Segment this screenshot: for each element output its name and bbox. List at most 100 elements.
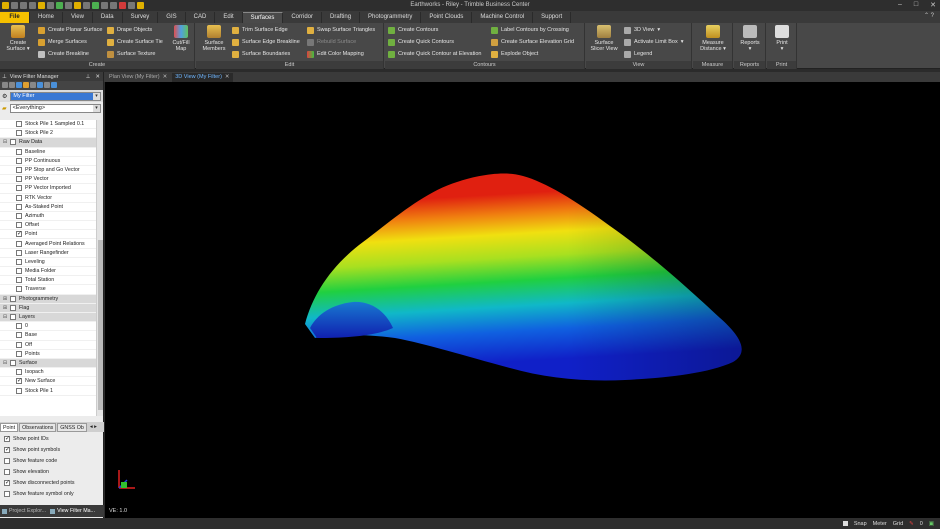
- pin-icon[interactable]: ✎: [909, 521, 914, 527]
- new-filter-icon[interactable]: [2, 82, 8, 88]
- import-icon[interactable]: [56, 2, 63, 9]
- tree-item-row[interactable]: Off: [0, 341, 96, 350]
- option-checkbox[interactable]: [4, 468, 10, 475]
- ribbon-tab-cad[interactable]: CAD: [186, 12, 216, 23]
- tree-item-row[interactable]: Laser Rangefinder: [0, 249, 96, 258]
- ribbon-tab-view[interactable]: View: [63, 12, 93, 23]
- panel-pin-icon-2[interactable]: ⊥: [86, 74, 91, 80]
- save-icon[interactable]: [47, 2, 54, 9]
- scrollbar-thumb[interactable]: [98, 240, 103, 410]
- zoom-icon[interactable]: [83, 2, 90, 9]
- document-tab[interactable]: 3D View (My Filter) ✕: [172, 72, 233, 82]
- surface-texture-button[interactable]: Surface Texture: [107, 49, 155, 59]
- properties-icon[interactable]: [128, 2, 135, 9]
- surface-slicer-view-button[interactable]: Surface Slicer View: [589, 25, 619, 59]
- option-checkbox[interactable]: [4, 446, 10, 453]
- option-checkbox[interactable]: [4, 490, 10, 497]
- ribbon-tab-drafting[interactable]: Drafting: [322, 12, 361, 23]
- tree-checkbox[interactable]: [10, 139, 16, 146]
- tree-checkbox[interactable]: [16, 157, 22, 164]
- minimize-icon[interactable]: –: [898, 1, 902, 9]
- measure-distance-button[interactable]: Measure Distance ▾: [697, 25, 729, 59]
- view-filter-manager-tab[interactable]: View Filter Ma...: [50, 508, 95, 514]
- tab-scroll-arrows-icon[interactable]: ◂ ▸: [90, 424, 97, 430]
- app-logo-icon[interactable]: [2, 2, 9, 9]
- rotate-icon[interactable]: [101, 2, 108, 9]
- tree-checkbox[interactable]: [10, 314, 16, 321]
- tree-group-row[interactable]: ⊟ Raw Data: [0, 138, 96, 148]
- tree-checkbox[interactable]: [16, 230, 22, 238]
- tree-checkbox[interactable]: [10, 359, 16, 366]
- tree-checkbox[interactable]: [16, 148, 22, 155]
- snap-toggle[interactable]: Snap: [854, 521, 867, 527]
- close-tab-icon[interactable]: ✕: [163, 73, 168, 82]
- 3d-view-button[interactable]: 3D View ▾: [624, 25, 660, 35]
- units-indicator[interactable]: Meter: [873, 521, 887, 527]
- tree-checkbox[interactable]: [16, 167, 22, 174]
- tree-item-row[interactable]: Point: [0, 230, 96, 240]
- tree-item-row[interactable]: Base: [0, 331, 96, 341]
- layers-icon[interactable]: [110, 2, 117, 9]
- select-all-icon[interactable]: [30, 82, 36, 88]
- delete-icon[interactable]: [119, 2, 126, 9]
- filter-icon[interactable]: [16, 82, 22, 88]
- tree-item-row[interactable]: PP Stop and Go Vector: [0, 166, 96, 176]
- expand-icon[interactable]: ⊞: [2, 296, 8, 302]
- surface-members-button[interactable]: Surface Members: [199, 25, 229, 59]
- ribbon-tab-point-clouds[interactable]: Point Clouds: [421, 12, 473, 23]
- tree-checkbox[interactable]: [16, 185, 22, 192]
- activate-limit-box-button[interactable]: Activate Limit Box ▾: [624, 37, 683, 47]
- 3d-viewport[interactable]: VE: 1.0: [105, 82, 940, 518]
- ribbon-tab-survey[interactable]: Survey: [123, 12, 159, 23]
- maximize-icon[interactable]: □: [914, 1, 918, 9]
- tree-checkbox[interactable]: [16, 240, 22, 247]
- tree-checkbox[interactable]: [16, 121, 22, 128]
- tree-item-row[interactable]: Points: [0, 350, 96, 359]
- tree-checkbox[interactable]: [16, 387, 22, 394]
- label-contours-by-crossing-button[interactable]: Label Contours by Crossing: [491, 25, 569, 35]
- project-explorer-tab[interactable]: Project Explor...: [2, 508, 46, 514]
- tree-checkbox[interactable]: [16, 377, 22, 385]
- option-checkbox[interactable]: [4, 457, 10, 464]
- merge-surfaces-button[interactable]: Merge Surfaces: [38, 37, 87, 47]
- option-row[interactable]: Show feature symbol only: [0, 488, 104, 499]
- tree-checkbox[interactable]: [16, 176, 22, 183]
- tree-checkbox[interactable]: [16, 212, 22, 219]
- tree-checkbox[interactable]: [16, 332, 22, 339]
- create-contours-button[interactable]: Create Contours: [388, 25, 438, 35]
- tree-checkbox[interactable]: [16, 323, 22, 330]
- select-icon[interactable]: [74, 2, 81, 9]
- tree-checkbox[interactable]: [16, 222, 22, 229]
- tree-checkbox[interactable]: [16, 203, 22, 210]
- ribbon-tab-machine-control[interactable]: Machine Control: [472, 12, 534, 23]
- redo-icon[interactable]: [20, 2, 27, 9]
- tree-checkbox[interactable]: [16, 369, 22, 376]
- option-checkbox[interactable]: [4, 479, 10, 486]
- ribbon-tab-data[interactable]: Data: [93, 12, 123, 23]
- collapse-icon[interactable]: ⊟: [2, 360, 8, 366]
- help-icon[interactable]: ⌃ ?: [924, 12, 934, 19]
- ribbon-tab-edit[interactable]: Edit: [215, 12, 243, 23]
- tree-group-row[interactable]: ⊟ Layers: [0, 312, 96, 323]
- swap-surface-triangles-button[interactable]: Swap Surface Triangles: [307, 25, 375, 35]
- undo-icon[interactable]: [11, 2, 18, 9]
- highlight-icon[interactable]: [137, 2, 144, 9]
- explode-object-button[interactable]: Explode Object: [491, 49, 538, 59]
- settings-icon[interactable]: [44, 82, 50, 88]
- sub-tab-point[interactable]: Point: [0, 422, 19, 432]
- tree-checkbox[interactable]: [16, 341, 22, 348]
- tree-item-row[interactable]: PP Vector: [0, 175, 96, 185]
- reports-button[interactable]: Reports ▾: [737, 25, 763, 59]
- selection-icon[interactable]: ▣: [929, 521, 934, 527]
- open-project-icon[interactable]: [38, 2, 45, 9]
- option-row[interactable]: Show elevation: [0, 466, 104, 477]
- filter-select[interactable]: My Filter ▾: [10, 91, 101, 101]
- option-row[interactable]: Show feature code: [0, 455, 104, 466]
- tree-group-row[interactable]: ⊟ Surface: [0, 358, 96, 369]
- tree-item-row[interactable]: 0: [0, 322, 96, 332]
- tree-item-row[interactable]: Isopach: [0, 368, 96, 378]
- collapse-icon[interactable]: ⊟: [2, 139, 8, 145]
- create-breakline-button[interactable]: Create Breakline: [38, 49, 89, 59]
- tree-item-row[interactable]: New Surface: [0, 377, 96, 387]
- create-planar-surface-button[interactable]: Create Planar Surface: [38, 25, 102, 35]
